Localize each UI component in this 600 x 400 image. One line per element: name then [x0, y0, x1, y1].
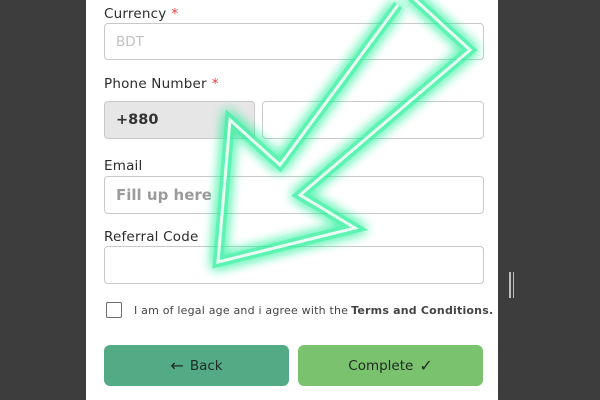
email-input[interactable]	[116, 177, 483, 213]
left-backdrop	[0, 0, 86, 400]
required-mark: *	[211, 76, 219, 92]
required-mark: *	[171, 6, 179, 22]
phone-number-input[interactable]	[274, 102, 483, 138]
phone-prefix: +880	[104, 101, 255, 139]
phone-label: Phone Number *	[104, 76, 219, 92]
phone-number-field[interactable]	[262, 101, 484, 139]
email-field[interactable]	[104, 176, 484, 214]
referral-code-input[interactable]	[116, 247, 483, 283]
currency-field: BDT	[104, 23, 484, 60]
terms-link[interactable]: Terms and Conditions.	[351, 304, 493, 317]
back-label: Back	[189, 357, 223, 374]
referral-code-field[interactable]	[104, 246, 484, 284]
terms-row: I am of legal age and i agree with the Te…	[106, 302, 493, 318]
scroll-handle[interactable]	[509, 272, 514, 298]
phone-prefix-value: +880	[116, 112, 159, 128]
registration-panel: Currency* BDT Phone Number* +880 Email R…	[86, 0, 498, 400]
back-button[interactable]: ← Back	[104, 345, 289, 386]
right-backdrop	[498, 0, 600, 400]
currency-label: Currency *	[104, 6, 179, 22]
referral-label: Referral Code	[104, 229, 199, 245]
terms-checkbox[interactable]	[106, 302, 122, 318]
checkmark-icon: ✓	[419, 356, 433, 375]
complete-button[interactable]: Complete ✓	[298, 345, 483, 386]
arrow-left-icon: ←	[170, 356, 184, 375]
email-label: Email	[104, 158, 143, 174]
terms-text: I am of legal age and i agree with the Te…	[134, 303, 494, 317]
complete-label: Complete	[348, 357, 414, 374]
currency-value: BDT	[116, 33, 144, 50]
